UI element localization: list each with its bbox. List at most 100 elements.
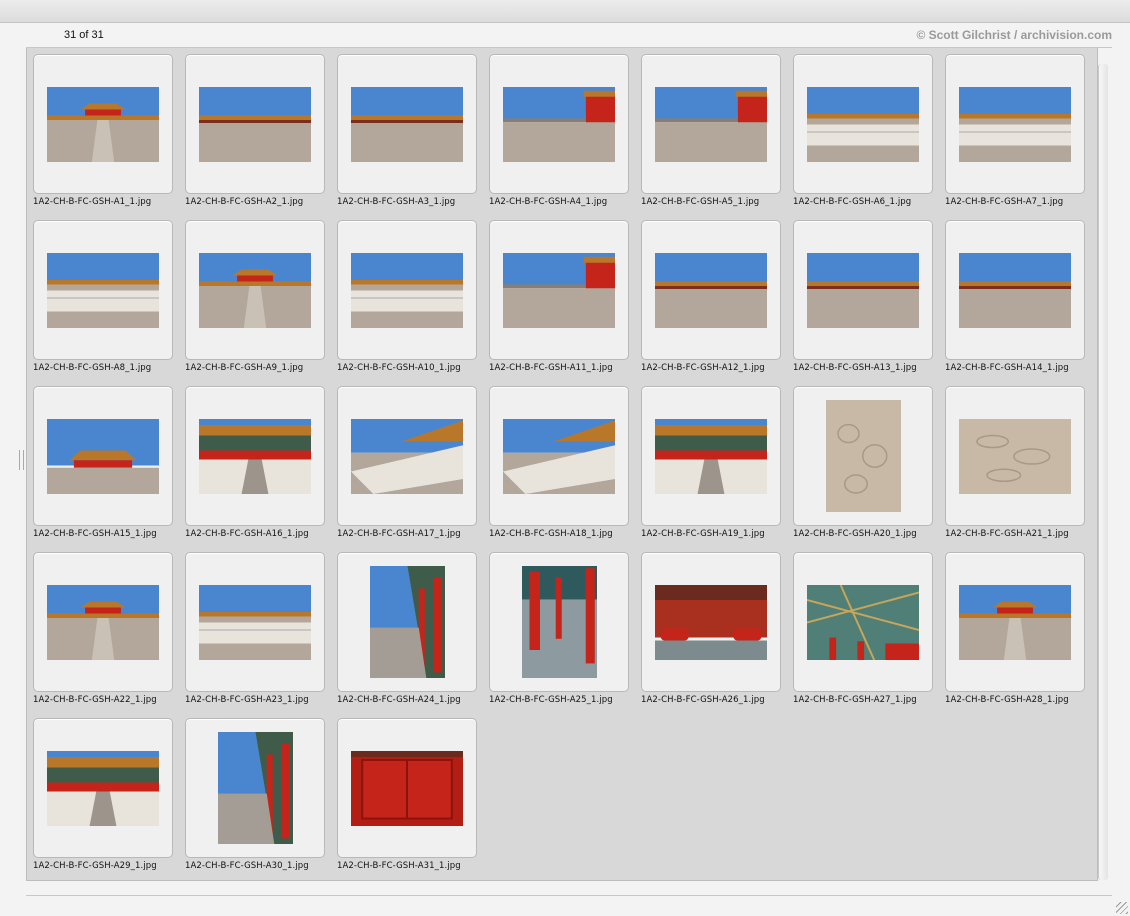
thumbnail-slide[interactable] bbox=[641, 220, 781, 360]
splitter-handle[interactable] bbox=[19, 450, 24, 470]
thumbnail-slide[interactable] bbox=[489, 54, 629, 194]
thumbnail-filename: 1A2-CH-B-FC-GSH-A1_1.jpg bbox=[33, 197, 152, 207]
thumbnail-photo-graphic bbox=[199, 86, 311, 162]
thumbnail-filename: 1A2-CH-B-FC-GSH-A26_1.jpg bbox=[641, 695, 765, 705]
thumbnail-slide[interactable] bbox=[945, 386, 1085, 526]
thumbnail-filename: 1A2-CH-B-FC-GSH-A4_1.jpg bbox=[489, 197, 608, 207]
thumbnail-image bbox=[655, 252, 767, 328]
thumbnail-image bbox=[351, 252, 463, 328]
thumbnail-image bbox=[199, 252, 311, 328]
thumbnail-slide[interactable] bbox=[33, 552, 173, 692]
thumbnail-filename: 1A2-CH-B-FC-GSH-A18_1.jpg bbox=[489, 529, 613, 539]
thumbnail-image bbox=[807, 252, 919, 328]
thumbnail-image bbox=[47, 252, 159, 328]
thumbnail-slide[interactable] bbox=[33, 54, 173, 194]
thumbnail-slide[interactable] bbox=[185, 718, 325, 858]
thumbnail-image bbox=[47, 418, 159, 494]
thumbnail-photo-graphic bbox=[521, 566, 597, 678]
thumbnail-slide[interactable] bbox=[945, 220, 1085, 360]
thumbnail-filename: 1A2-CH-B-FC-GSH-A25_1.jpg bbox=[489, 695, 613, 705]
thumbnail-slide[interactable] bbox=[641, 552, 781, 692]
image-counter: 31 of 31 bbox=[64, 29, 104, 41]
thumbnail-slide[interactable] bbox=[337, 220, 477, 360]
thumbnail-slide[interactable] bbox=[185, 220, 325, 360]
thumbnail-image bbox=[503, 418, 615, 494]
thumbnail-slide[interactable] bbox=[33, 718, 173, 858]
thumbnail-photo-graphic bbox=[655, 252, 767, 328]
thumbnail-slide[interactable] bbox=[793, 220, 933, 360]
thumbnail-filename: 1A2-CH-B-FC-GSH-A13_1.jpg bbox=[793, 363, 917, 373]
resize-grip-icon[interactable] bbox=[1116, 902, 1128, 914]
thumbnail-slide[interactable] bbox=[33, 220, 173, 360]
thumbnail-image bbox=[369, 566, 445, 678]
thumbnail-image bbox=[199, 584, 311, 660]
thumbnail-image bbox=[47, 86, 159, 162]
vertical-scrollbar[interactable] bbox=[1098, 64, 1108, 880]
thumbnail-photo-graphic bbox=[807, 584, 919, 660]
thumbnail-photo-graphic bbox=[351, 750, 463, 826]
thumbnail-photo-graphic bbox=[47, 86, 159, 162]
thumbnail-image bbox=[959, 252, 1071, 328]
thumbnail-image bbox=[47, 750, 159, 826]
thumbnail-image bbox=[655, 86, 767, 162]
thumbnail-photo-graphic bbox=[199, 418, 311, 494]
thumbnail-grid: 1A2-CH-B-FC-GSH-A1_1.jpg 1A2-CH-B-FC-GSH… bbox=[26, 48, 1098, 881]
thumbnail-slide[interactable] bbox=[337, 718, 477, 858]
thumbnail-image bbox=[959, 86, 1071, 162]
thumbnail-slide[interactable] bbox=[793, 54, 933, 194]
thumbnail-filename: 1A2-CH-B-FC-GSH-A21_1.jpg bbox=[945, 529, 1069, 539]
thumbnail-filename: 1A2-CH-B-FC-GSH-A7_1.jpg bbox=[945, 197, 1064, 207]
thumbnail-image bbox=[351, 86, 463, 162]
thumbnail-photo-graphic bbox=[959, 584, 1071, 660]
thumbnail-slide[interactable] bbox=[337, 552, 477, 692]
thumbnail-photo-graphic bbox=[807, 252, 919, 328]
thumbnail-photo-graphic bbox=[655, 584, 767, 660]
window-toolbar bbox=[0, 0, 1130, 23]
thumbnail-photo-graphic bbox=[503, 418, 615, 494]
thumbnail-photo-graphic bbox=[655, 418, 767, 494]
thumbnail-slide[interactable] bbox=[33, 386, 173, 526]
thumbnail-image bbox=[199, 418, 311, 494]
thumbnail-filename: 1A2-CH-B-FC-GSH-A20_1.jpg bbox=[793, 529, 917, 539]
thumbnail-filename: 1A2-CH-B-FC-GSH-A8_1.jpg bbox=[33, 363, 152, 373]
thumbnail-slide[interactable] bbox=[489, 220, 629, 360]
thumbnail-slide[interactable] bbox=[945, 552, 1085, 692]
thumbnail-image bbox=[47, 584, 159, 660]
thumbnail-slide[interactable] bbox=[641, 54, 781, 194]
thumbnail-slide[interactable] bbox=[641, 386, 781, 526]
thumbnail-filename: 1A2-CH-B-FC-GSH-A15_1.jpg bbox=[33, 529, 157, 539]
thumbnail-slide[interactable] bbox=[489, 386, 629, 526]
thumbnail-slide[interactable] bbox=[337, 386, 477, 526]
thumbnail-photo-graphic bbox=[959, 86, 1071, 162]
thumbnail-photo-graphic bbox=[503, 86, 615, 162]
thumbnail-image bbox=[503, 86, 615, 162]
thumbnail-filename: 1A2-CH-B-FC-GSH-A24_1.jpg bbox=[337, 695, 461, 705]
thumbnail-filename: 1A2-CH-B-FC-GSH-A2_1.jpg bbox=[185, 197, 304, 207]
thumbnail-filename: 1A2-CH-B-FC-GSH-A14_1.jpg bbox=[945, 363, 1069, 373]
thumbnail-slide[interactable] bbox=[337, 54, 477, 194]
thumbnail-image bbox=[199, 86, 311, 162]
thumbnail-filename: 1A2-CH-B-FC-GSH-A12_1.jpg bbox=[641, 363, 765, 373]
thumbnail-image bbox=[807, 86, 919, 162]
thumbnail-filename: 1A2-CH-B-FC-GSH-A16_1.jpg bbox=[185, 529, 309, 539]
thumbnail-filename: 1A2-CH-B-FC-GSH-A17_1.jpg bbox=[337, 529, 461, 539]
thumbnail-slide[interactable] bbox=[185, 552, 325, 692]
thumbnail-photo-graphic bbox=[959, 418, 1071, 494]
thumbnail-slide[interactable] bbox=[185, 386, 325, 526]
thumbnail-image bbox=[959, 584, 1071, 660]
thumbnail-slide[interactable] bbox=[185, 54, 325, 194]
thumbnail-filename: 1A2-CH-B-FC-GSH-A27_1.jpg bbox=[793, 695, 917, 705]
thumbnail-photo-graphic bbox=[47, 252, 159, 328]
thumbnail-slide[interactable] bbox=[793, 552, 933, 692]
thumbnail-slide[interactable] bbox=[489, 552, 629, 692]
thumbnail-photo-graphic bbox=[825, 400, 901, 512]
thumbnail-filename: 1A2-CH-B-FC-GSH-A6_1.jpg bbox=[793, 197, 912, 207]
thumbnail-image bbox=[351, 750, 463, 826]
thumbnail-filename: 1A2-CH-B-FC-GSH-A10_1.jpg bbox=[337, 363, 461, 373]
thumbnail-photo-graphic bbox=[351, 252, 463, 328]
thumbnail-photo-graphic bbox=[199, 252, 311, 328]
thumbnail-slide[interactable] bbox=[793, 386, 933, 526]
thumbnail-slide[interactable] bbox=[945, 54, 1085, 194]
thumbnail-image bbox=[503, 252, 615, 328]
thumbnail-filename: 1A2-CH-B-FC-GSH-A9_1.jpg bbox=[185, 363, 304, 373]
